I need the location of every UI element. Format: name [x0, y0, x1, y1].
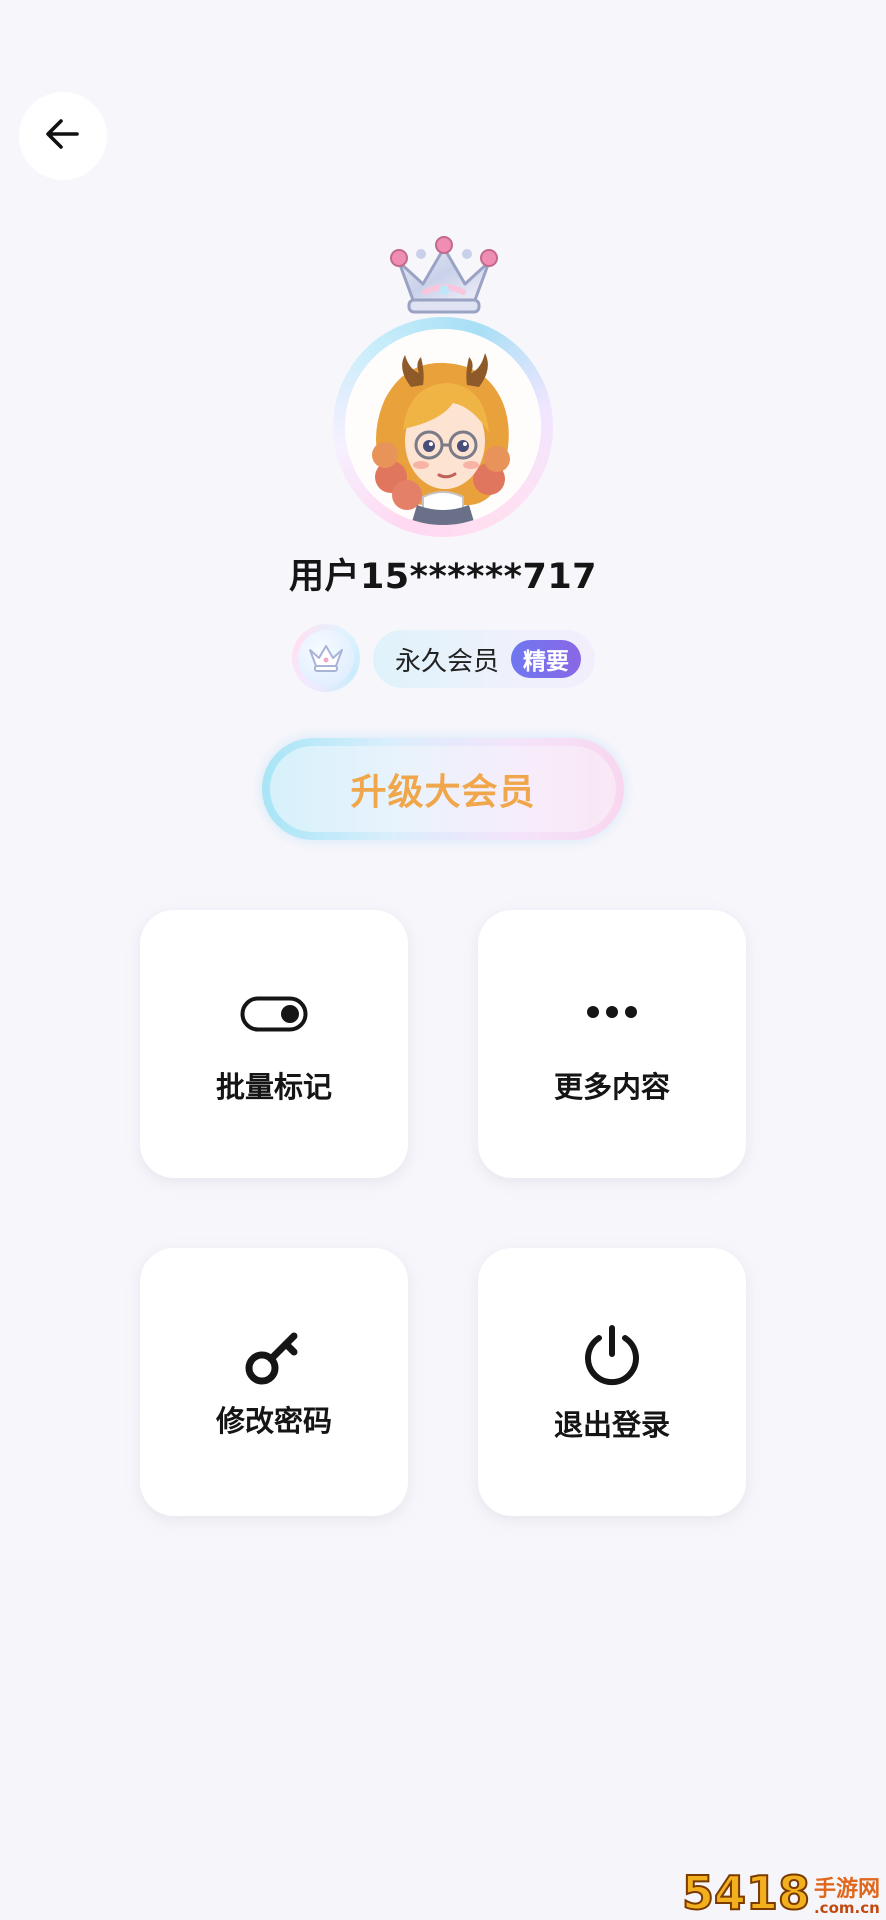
back-button[interactable]	[19, 92, 107, 180]
upgrade-button[interactable]: 升级大会员	[262, 738, 624, 840]
power-icon	[478, 1322, 746, 1388]
batch-mark-button[interactable]: 批量标记	[140, 910, 408, 1178]
watermark-site: 手游网	[813, 1877, 880, 1902]
more-content-button[interactable]: 更多内容	[478, 910, 746, 1178]
username: 用户15******717	[288, 557, 598, 597]
avatar[interactable]	[333, 317, 553, 537]
cartoon-avatar	[345, 329, 541, 525]
watermark-domain: .com.cn	[813, 1899, 880, 1917]
logout-button[interactable]: 退出登录	[478, 1248, 746, 1516]
membership-tag: 精要	[511, 640, 582, 678]
arrow-left-icon	[41, 112, 85, 160]
membership-label: 永久会员	[395, 646, 500, 677]
upgrade-label: 升级大会员	[350, 772, 536, 813]
watermark-number: 5418	[681, 1866, 811, 1920]
logout-label: 退出登录	[553, 1408, 670, 1442]
toggle-icon	[140, 996, 408, 1032]
more-content-label: 更多内容	[553, 1070, 670, 1104]
profile-page: 用户15******717 永久会员 精要 升级大会员 批量标记 更多内容 修改…	[0, 0, 886, 1920]
change-password-button[interactable]: 修改密码	[140, 1248, 408, 1516]
key-icon	[140, 1324, 408, 1388]
change-password-label: 修改密码	[215, 1404, 332, 1438]
batch-mark-label: 批量标记	[215, 1070, 332, 1104]
membership-badge: 永久会员 精要	[373, 630, 595, 688]
crown-badge-icon	[292, 624, 360, 692]
more-dots-icon	[478, 1002, 746, 1022]
site-watermark: 5418 手游网 .com.cn	[681, 1866, 880, 1920]
crown-icon	[385, 234, 503, 326]
